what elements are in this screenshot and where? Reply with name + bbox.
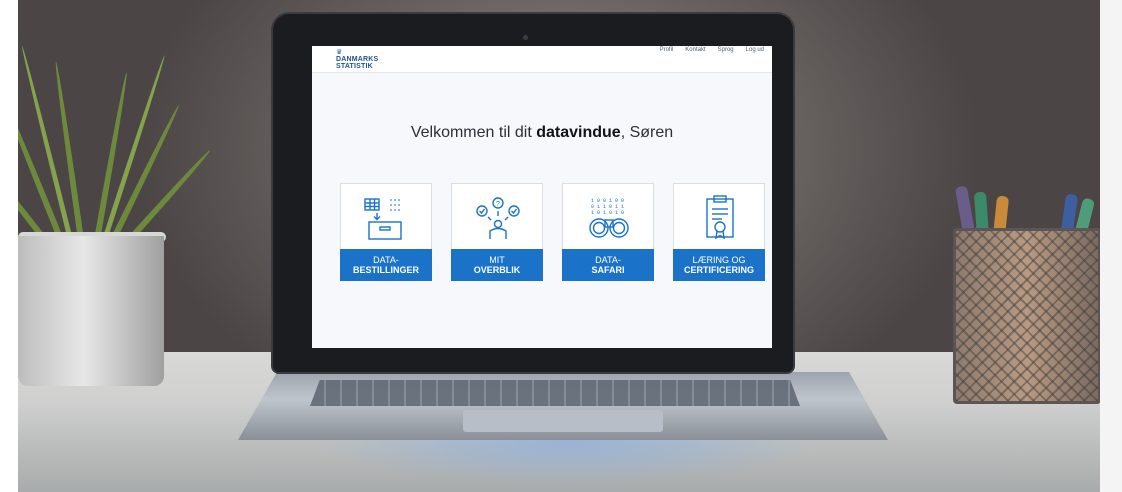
certificate-clipboard-icon xyxy=(674,190,766,246)
tile-databestillinger[interactable]: DATA- BESTILLINGER xyxy=(340,183,432,281)
laptop-keyboard xyxy=(310,380,800,406)
nav-profil-link[interactable]: Profil xyxy=(660,46,674,54)
tile-laering-og-certificering[interactable]: LÆRING OG CERTIFICERING xyxy=(673,183,765,281)
crown-icon: ♛ xyxy=(336,49,343,56)
svg-text:?: ? xyxy=(496,201,500,208)
overview-checks-icon: ? xyxy=(452,190,544,246)
top-navigation: Profil Kontakt Sprog Log ud xyxy=(660,46,764,54)
nav-sprog-link[interactable]: Sprog xyxy=(718,46,734,54)
tile-label: DATA- BESTILLINGER xyxy=(340,249,432,281)
tile-label-line1: LÆRING OG xyxy=(692,255,746,265)
tile-mit-overblik[interactable]: ? MIT OVERBLIK xyxy=(451,183,543,281)
photo-frame-left xyxy=(0,0,18,492)
welcome-suffix: , Søren xyxy=(620,124,674,141)
binoculars-icon: 1 0 0 1 0 00 1 1 0 1 11 0 1 0 1 0 xyxy=(563,190,655,246)
welcome-prefix: Velkommen til dit xyxy=(410,124,537,141)
photo-scene: ♛ DANMARKS STATISTIK Profil Kontakt Spro… xyxy=(18,0,1100,492)
tile-label: DATA- SAFARI xyxy=(562,249,654,281)
photo-frame-right xyxy=(1100,0,1122,492)
site-header: ♛ DANMARKS STATISTIK Profil Kontakt Spro… xyxy=(312,46,772,73)
tile-label: MIT OVERBLIK xyxy=(451,249,543,281)
tile-label: LÆRING OG CERTIFICERING xyxy=(673,249,765,281)
tile-label-line2: CERTIFICERING xyxy=(683,265,754,275)
welcome-highlight: datavindue xyxy=(536,124,621,141)
tile-label-line2: SAFARI xyxy=(591,265,625,275)
laptop-trackpad xyxy=(463,410,663,432)
tile-label-line1: DATA- xyxy=(373,255,399,265)
tile-label-line2: OVERBLIK xyxy=(473,265,521,275)
nav-kontakt-link[interactable]: Kontakt xyxy=(685,46,705,54)
danmarks-statistik-logo[interactable]: ♛ DANMARKS STATISTIK xyxy=(336,49,378,70)
tile-label-line1: MIT xyxy=(489,255,505,265)
service-tiles: DATA- BESTILLINGER ? MIT OVERBLIK 1 0 0 … xyxy=(340,183,765,281)
data-order-box-icon xyxy=(341,190,433,246)
svg-text:1 0 1 0 1 0: 1 0 1 0 1 0 xyxy=(591,210,624,216)
tile-datasafari[interactable]: 1 0 0 1 0 00 1 1 0 1 11 0 1 0 1 0 DATA- … xyxy=(562,183,654,281)
welcome-heading: Velkommen til dit datavindue, Søren xyxy=(312,124,772,142)
tile-label-line1: DATA- xyxy=(595,255,621,265)
nav-logout-link[interactable]: Log ud xyxy=(746,46,764,54)
tile-label-line2: BESTILLINGER xyxy=(352,265,419,275)
laptop-screen: ♛ DANMARKS STATISTIK Profil Kontakt Spro… xyxy=(312,46,772,348)
webcam xyxy=(523,35,528,40)
logo-line-2: STATISTIK xyxy=(336,63,373,70)
logo-line-1: DANMARKS xyxy=(336,56,379,63)
